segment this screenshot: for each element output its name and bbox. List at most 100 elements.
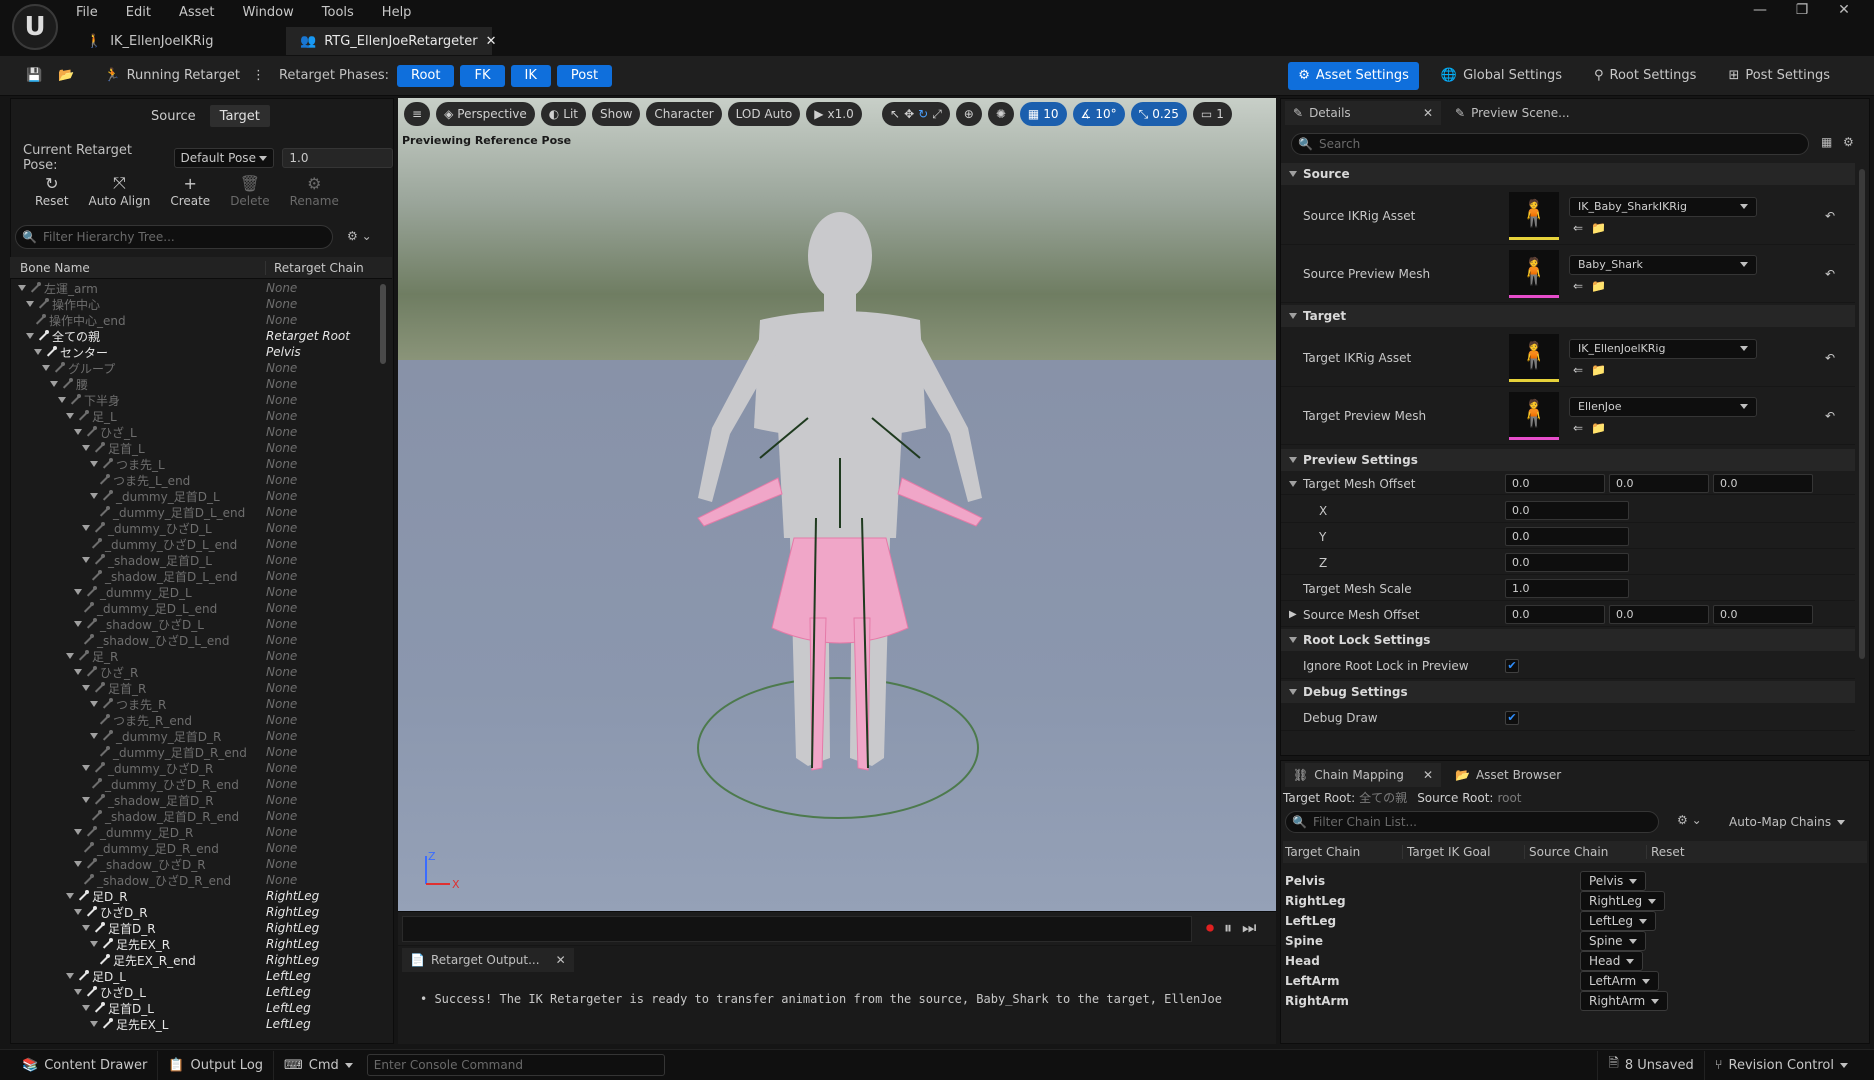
expand-icon[interactable] — [82, 445, 90, 451]
bone-row[interactable]: つま先_R_end None — [10, 712, 382, 728]
menu-edit[interactable]: Edit — [126, 5, 151, 20]
minimize-icon[interactable]: — — [1740, 2, 1780, 22]
expand-icon[interactable] — [74, 429, 82, 435]
asset-settings-button[interactable]: ⚙ Asset Settings — [1288, 61, 1419, 90]
surface-snap-icon[interactable]: ⊕ — [955, 102, 982, 126]
bone-row[interactable]: _dummy_ひざD_L_end None — [10, 536, 382, 552]
source-chain-select[interactable]: Head — [1580, 951, 1644, 971]
col-reset[interactable]: Reset — [1647, 845, 1685, 859]
menu-file[interactable]: File — [76, 5, 98, 20]
source-ikrig-combo[interactable]: IK_Baby_SharkIKRig — [1569, 196, 1757, 217]
close-tab-icon[interactable]: ✕ — [486, 34, 497, 49]
section-debug[interactable]: Debug Settings — [1281, 681, 1855, 703]
reset-button[interactable]: ↻ Reset — [35, 174, 69, 208]
timeline-track[interactable] — [402, 916, 1192, 942]
bone-row[interactable]: 足首D_L LeftLeg — [10, 1000, 382, 1016]
collapsed-icon[interactable]: ▶ — [1289, 609, 1297, 620]
bone-row[interactable]: 足首_L None — [10, 440, 382, 456]
bone-row[interactable]: センター Pelvis — [10, 344, 382, 360]
target-offset-z-field[interactable]: 0.0 — [1713, 474, 1813, 493]
expand-icon[interactable] — [90, 941, 98, 947]
angle-snap-button[interactable]: ∡ 10° — [1072, 102, 1125, 126]
rename-button[interactable]: ⚙ Rename — [290, 174, 339, 208]
output-tab[interactable]: 📄 Retarget Output... ✕ — [402, 948, 574, 972]
perspective-button[interactable]: ◈ Perspective — [436, 102, 535, 126]
debug-draw-checkbox[interactable]: ✔ — [1505, 710, 1519, 725]
source-mesh-combo[interactable]: Baby_Shark — [1569, 254, 1757, 275]
source-ikrig-thumbnail[interactable]: 🧍 — [1509, 191, 1559, 240]
cmd-button[interactable]: ⌨ Cmd — [274, 1051, 363, 1080]
source-offset-z-field[interactable]: 0.0 — [1713, 605, 1813, 624]
unreal-logo-icon[interactable]: U — [12, 4, 58, 50]
expand-icon[interactable] — [90, 461, 98, 467]
lit-button[interactable]: ◐ Lit — [540, 102, 587, 126]
bone-row[interactable]: 操作中心_end None — [10, 312, 382, 328]
browse-asset-icon[interactable]: 📁 — [1591, 421, 1606, 435]
bone-row[interactable]: _dummy_ひざD_R None — [10, 760, 382, 776]
bone-row[interactable]: ひざ_R None — [10, 664, 382, 680]
phase-root-button[interactable]: Root — [397, 64, 455, 87]
expand-icon[interactable] — [42, 365, 50, 371]
target-mesh-scale-field[interactable]: 1.0 — [1505, 579, 1629, 598]
close-output-icon[interactable]: ✕ — [556, 953, 566, 967]
expand-icon[interactable] — [26, 301, 34, 307]
expand-icon[interactable] — [66, 653, 74, 659]
camera-speed-button[interactable]: ▭ 1 — [1192, 102, 1232, 126]
bone-row[interactable]: _dummy_足D_R None — [10, 824, 382, 840]
bone-row[interactable]: 足首_R None — [10, 680, 382, 696]
source-chain-select[interactable]: LeftArm — [1580, 971, 1660, 991]
target-ikrig-combo[interactable]: IK_EllenJoelKRig — [1569, 338, 1757, 359]
bone-tree-scrollbar[interactable] — [380, 284, 386, 364]
bone-row[interactable]: _dummy_足D_L None — [10, 584, 382, 600]
pause-icon[interactable]: ⏸ — [1224, 918, 1232, 938]
browse-asset-icon[interactable]: 📁 — [1591, 363, 1606, 377]
section-target[interactable]: Target — [1281, 305, 1855, 327]
expand-icon[interactable] — [82, 765, 90, 771]
bone-row[interactable]: _dummy_足首D_R_end None — [10, 744, 382, 760]
expand-icon[interactable] — [90, 701, 98, 707]
post-settings-button[interactable]: ⊞ Post Settings — [1718, 62, 1840, 90]
ignore-root-lock-checkbox[interactable]: ✔ — [1505, 658, 1519, 673]
expand-icon[interactable] — [18, 285, 26, 291]
bone-row[interactable]: _dummy_ひざD_L None — [10, 520, 382, 536]
console-input[interactable]: Enter Console Command — [366, 1054, 665, 1076]
section-source[interactable]: Source — [1281, 163, 1855, 185]
revision-control-button[interactable]: ⑂ Revision Control — [1705, 1051, 1858, 1080]
source-chain-select[interactable]: LeftLeg — [1580, 911, 1657, 931]
scale-snap-button[interactable]: ⤡ 0.25 — [1130, 102, 1187, 126]
expand-icon[interactable] — [74, 861, 82, 867]
source-offset-x-field[interactable]: 0.0 — [1505, 605, 1605, 624]
more-icon[interactable]: ⋮ — [252, 68, 265, 83]
playback-speed-button[interactable]: ▶ x1.0 — [806, 102, 862, 126]
menu-window[interactable]: Window — [243, 5, 294, 20]
expand-icon[interactable] — [50, 381, 58, 387]
expand-icon[interactable] — [90, 1021, 98, 1027]
close-window-icon[interactable]: ✕ — [1824, 2, 1864, 22]
target-ikrig-thumbnail[interactable]: 🧍 — [1509, 333, 1559, 382]
bone-row[interactable]: _shadow_ひざD_R_end None — [10, 872, 382, 888]
use-selected-icon[interactable]: ⇐ — [1573, 279, 1583, 293]
expand-icon[interactable] — [66, 893, 74, 899]
bone-row[interactable]: ひざD_L LeftLeg — [10, 984, 382, 1000]
expand-icon[interactable] — [66, 973, 74, 979]
record-icon[interactable]: ⏺ — [1206, 918, 1214, 938]
bone-row[interactable]: 足D_R RightLeg — [10, 888, 382, 904]
expand-icon[interactable] — [74, 669, 82, 675]
offset-x-field[interactable]: 0.0 — [1505, 501, 1629, 520]
bone-row[interactable]: _shadow_ひざD_L_end None — [10, 632, 382, 648]
offset-z-field[interactable]: 0.0 — [1505, 553, 1629, 572]
col-source-chain[interactable]: Source Chain — [1525, 845, 1647, 859]
expand-icon[interactable] — [74, 909, 82, 915]
bone-row[interactable]: つま先_L_end None — [10, 472, 382, 488]
bone-row[interactable]: ひざD_R RightLeg — [10, 904, 382, 920]
reset-to-default-icon[interactable]: ↶ — [1825, 351, 1835, 365]
content-drawer-button[interactable]: 📚 Content Drawer — [12, 1050, 159, 1080]
bone-row[interactable]: つま先_L None — [10, 456, 382, 472]
bone-row[interactable]: 下半身 None — [10, 392, 382, 408]
menu-tools[interactable]: Tools — [322, 5, 354, 20]
chain-settings-icon[interactable]: ⚙ ⌄ — [1677, 813, 1702, 827]
expand-icon[interactable] — [26, 333, 34, 339]
section-root-lock[interactable]: Root Lock Settings — [1281, 629, 1855, 651]
transform-tools[interactable]: ↖ ✥ ↻ ⤢ — [882, 102, 950, 126]
use-selected-icon[interactable]: ⇐ — [1573, 221, 1583, 235]
